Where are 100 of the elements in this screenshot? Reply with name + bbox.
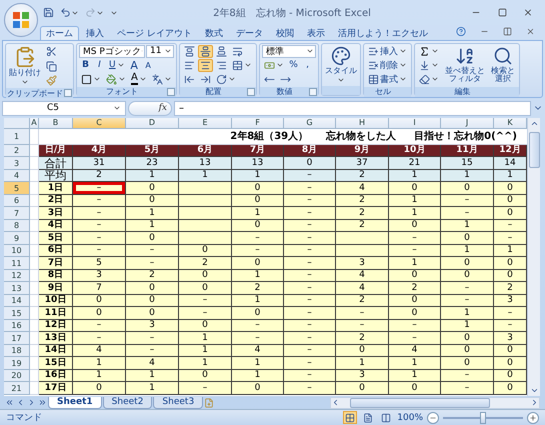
styles-button[interactable]: スタイル — [324, 44, 358, 86]
ribbon-tab[interactable]: ページ レイアウト — [111, 26, 198, 40]
row-header[interactable]: 8 — [4, 220, 30, 232]
table-cell: – — [336, 320, 389, 332]
row-label: 6日 — [39, 244, 73, 258]
row-label: 15日 — [39, 357, 73, 370]
table-cell: 0 — [126, 194, 179, 208]
ribbon-tab[interactable]: 表示 — [300, 26, 331, 40]
find-select-button[interactable]: 検索と選択 — [489, 44, 517, 86]
ribbon-tab[interactable]: 挿入 — [80, 26, 110, 40]
table-cell: 7 — [73, 282, 126, 295]
row-header[interactable]: 16 — [4, 320, 30, 332]
column-header[interactable]: I — [389, 118, 441, 129]
table-cell: 0 — [179, 320, 232, 332]
cells-button[interactable]: 書式 — [366, 72, 409, 86]
table-cell: – — [232, 332, 284, 345]
font-color-button[interactable]: A — [129, 72, 149, 86]
percent-button[interactable]: % — [287, 58, 300, 72]
row-header[interactable]: 5 — [4, 182, 30, 195]
font-size-dropdown[interactable]: 11 — [146, 44, 174, 58]
table-cell: 1 — [232, 357, 284, 370]
table-cell: – — [284, 170, 336, 182]
ribbon-tab[interactable]: 校閲 — [270, 26, 300, 40]
zoom-level[interactable]: 100% — [397, 412, 423, 423]
row-header[interactable]: 13 — [4, 282, 30, 295]
row-label: 9日 — [39, 282, 73, 295]
table-cell: 1 — [441, 320, 494, 332]
ribbon-tab[interactable]: 数式 — [198, 26, 229, 40]
column-title: 11月 — [441, 144, 494, 158]
table-cell: 0 — [179, 370, 232, 382]
cells-button[interactable]: 挿入 — [366, 44, 409, 58]
table-cell: 2 — [232, 282, 284, 295]
table-cell: 0 — [441, 182, 494, 195]
sheet-tab[interactable]: Sheet2 — [102, 396, 152, 409]
row-header[interactable]: 14 — [4, 294, 30, 308]
column-header[interactable]: K — [494, 118, 527, 129]
table-cell: 0 — [232, 220, 284, 232]
formula-field[interactable]: – — [174, 100, 531, 116]
sort-filter-button[interactable]: 並べ替えとフィルタ — [443, 44, 487, 86]
ribbon-tab[interactable]: ホーム — [40, 26, 79, 40]
column-header[interactable]: F — [232, 118, 284, 129]
table-cell: – — [494, 232, 527, 245]
column-header[interactable]: J — [441, 118, 494, 129]
row-header[interactable]: 2 — [4, 144, 30, 158]
table-cell: – — [73, 207, 126, 220]
table-cell: 0 — [441, 257, 494, 270]
column-header[interactable]: C — [73, 118, 126, 129]
row-label: 10日 — [39, 294, 73, 308]
column-header[interactable]: D — [126, 118, 179, 129]
row-header[interactable]: 3 — [4, 157, 30, 170]
table-cell: 1 — [389, 207, 441, 220]
column-title: 4月 — [73, 144, 126, 158]
sheet-title: 忘れ物をした人 — [326, 129, 396, 143]
table-cell: – — [441, 382, 494, 395]
ribbon-tab[interactable]: 活用しよう！エクセル — [332, 26, 434, 40]
ribbon-tab[interactable]: データ — [230, 26, 269, 40]
row-header[interactable]: 18 — [4, 344, 30, 358]
row-header[interactable]: 21 — [4, 382, 30, 395]
table-cell: 1 — [73, 357, 126, 370]
number-format-dropdown[interactable]: 標準 — [262, 44, 316, 58]
font-name-dropdown[interactable]: MS Pゴシック — [79, 44, 145, 58]
cells-button[interactable]: 削除 — [366, 58, 409, 72]
row-header[interactable]: 9 — [4, 232, 30, 245]
table-cell: 13 — [179, 157, 232, 170]
column-header[interactable]: G — [284, 118, 336, 129]
column-header[interactable]: B — [39, 118, 73, 129]
insert-function-button[interactable]: fx — [128, 100, 172, 116]
column-header[interactable]: H — [336, 118, 389, 129]
row-header[interactable]: 20 — [4, 370, 30, 382]
row-header[interactable]: 10 — [4, 244, 30, 258]
row-header[interactable]: 19 — [4, 357, 30, 370]
grow-font-button[interactable]: A — [128, 58, 141, 72]
table-cell: – — [126, 344, 179, 358]
row-header[interactable]: 4 — [4, 170, 30, 182]
row-header[interactable]: 11 — [4, 257, 30, 270]
sheet-tab[interactable]: Sheet1 — [48, 396, 102, 409]
paste-button[interactable]: 貼り付け — [8, 44, 42, 88]
row-header[interactable]: 1 — [4, 128, 30, 145]
row-label: 11日 — [39, 307, 73, 320]
table-cell: – — [441, 282, 494, 295]
row-header[interactable]: 12 — [4, 270, 30, 282]
table-cell: 1 — [126, 382, 179, 395]
table-cell: 0 — [73, 294, 126, 308]
font-style-button[interactable]: B — [79, 58, 92, 72]
table-cell: 0 — [232, 257, 284, 270]
table-cell: 0 — [494, 182, 527, 195]
row-header[interactable]: 7 — [4, 207, 30, 220]
name-box[interactable]: C5 — [2, 100, 126, 116]
row-header[interactable]: 6 — [4, 194, 30, 208]
sheet-tab[interactable]: Sheet3 — [153, 396, 204, 409]
row-header[interactable]: 17 — [4, 332, 30, 345]
row-header[interactable]: 15 — [4, 307, 30, 320]
column-header[interactable]: E — [179, 118, 232, 129]
shrink-font-button[interactable]: A — [142, 58, 155, 72]
column-header[interactable]: A — [30, 118, 39, 129]
table-cell: 1 — [232, 170, 284, 182]
font-style-button[interactable]: I — [93, 58, 106, 72]
font-style-button[interactable]: U — [107, 58, 127, 72]
comma-button[interactable]: , — [301, 58, 314, 72]
table-cell: 0 — [232, 194, 284, 208]
